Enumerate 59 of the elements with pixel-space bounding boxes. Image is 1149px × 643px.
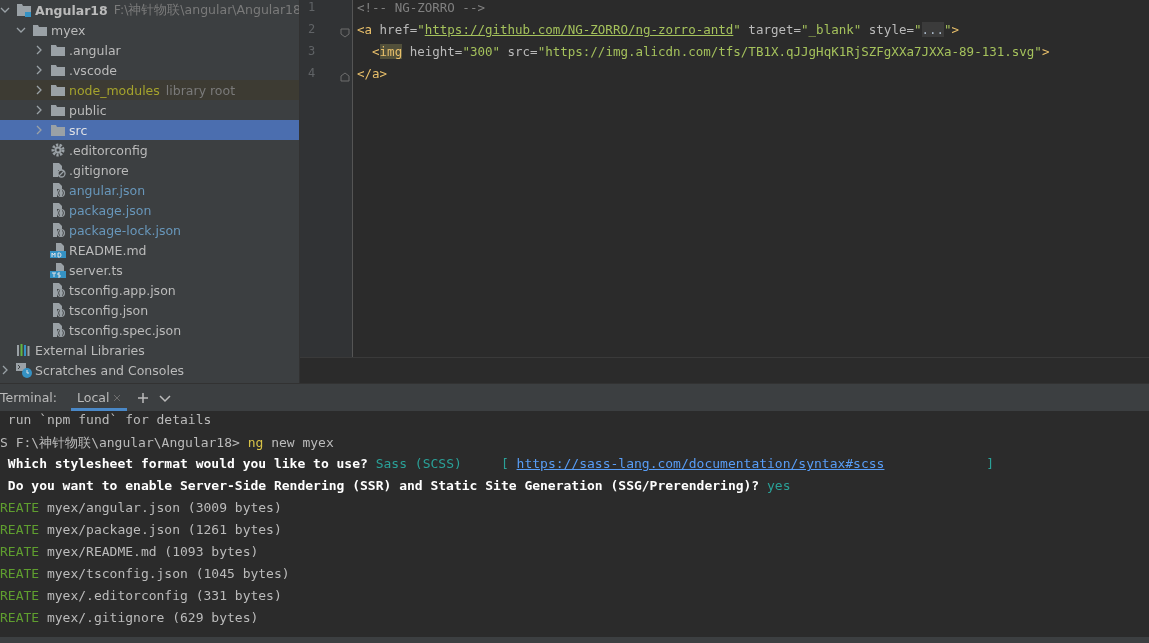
- typescript-file-icon: [50, 262, 66, 278]
- scratches-icon: [16, 362, 32, 378]
- terminal-line: Do you want to enable Server-Side Rendering (SSR) and Static Site Generation (SSG/Prerendering)? yes: [6, 478, 792, 495]
- markdown-file-icon: [50, 242, 66, 258]
- code-line: </a>: [357, 66, 389, 83]
- tree-item[interactable]: External Libraries: [0, 340, 299, 360]
- json-file-icon: [50, 322, 66, 338]
- terminal-line: REATE myex/.gitignore (629 bytes): [0, 610, 260, 627]
- tree-item[interactable]: .editorconfig: [0, 140, 299, 160]
- folder-icon: [50, 82, 66, 98]
- terminal-line: REATE myex/tsconfig.json (1045 bytes): [0, 566, 291, 583]
- tree-item[interactable]: node_modules library root: [0, 80, 299, 100]
- libraries-icon: [16, 342, 32, 358]
- tree-item[interactable]: tsconfig.app.json: [0, 280, 299, 300]
- close-icon[interactable]: [113, 393, 122, 402]
- fold-marker-icon[interactable]: [340, 72, 350, 82]
- chevron-right-icon[interactable]: [0, 365, 10, 375]
- terminal-label: Terminal:: [0, 390, 58, 405]
- tree-item[interactable]: tsconfig.json: [0, 300, 299, 320]
- tree-item[interactable]: myex: [0, 20, 299, 40]
- tree-item[interactable]: .angular: [0, 40, 299, 60]
- tree-item[interactable]: package-lock.json: [0, 220, 299, 240]
- terminal-line: REATE myex/.editorconfig (331 bytes): [0, 588, 283, 605]
- json-file-icon: [50, 302, 66, 318]
- tree-hint: library root: [165, 82, 236, 98]
- folder-icon: [50, 102, 66, 118]
- json-file-icon: [50, 222, 66, 238]
- terminal-line: REATE myex/angular.json (3009 bytes): [0, 500, 283, 517]
- tree-item[interactable]: src: [0, 120, 299, 140]
- fold-marker-icon[interactable]: [340, 28, 350, 38]
- terminal-line: REATE myex/README.md (1093 bytes): [0, 544, 260, 561]
- folder-icon: [50, 42, 66, 58]
- tree-item[interactable]: angular.json: [0, 180, 299, 200]
- folder-icon: [50, 62, 66, 78]
- json-file-icon: [50, 282, 66, 298]
- folder-icon: [32, 22, 48, 38]
- json-file-icon: [50, 182, 66, 198]
- tree-item[interactable]: .vscode: [0, 60, 299, 80]
- tree-item[interactable]: package.json: [0, 200, 299, 220]
- project-folder-icon: [16, 2, 32, 18]
- tree-item[interactable]: server.ts: [0, 260, 299, 280]
- tree-item[interactable]: tsconfig.spec.json: [0, 320, 299, 340]
- terminal-line: S F:\神针物联\angular\Angular18> ng new myex: [0, 434, 335, 452]
- code-line: <img height="300" src="https://img.alicdn.com/tfs/TB1X.qJJgHqK1RjSZFgXXa7JXXa-89-131.svg">: [371, 44, 1051, 61]
- code-line: <!-- NG-ZORRO -->: [357, 0, 486, 17]
- terminal-line: run `npm fund` for details: [6, 412, 213, 429]
- terminal-line: Which stylesheet format would you like to use? Sass (SCSS) [ https://sass-lang.com/documentation/syntax#scss ]: [6, 456, 995, 473]
- gear-icon: [50, 142, 66, 158]
- terminal-tab[interactable]: Local: [71, 384, 128, 411]
- terminal-line: REATE myex/package.json (1261 bytes): [0, 522, 283, 539]
- folder-icon: [50, 122, 66, 138]
- plus-icon[interactable]: [137, 391, 150, 404]
- tree-item[interactable]: public: [0, 100, 299, 120]
- code-line: <a href="https://github.com/NG-ZORRO/ng-zorro-antd" target="_blank" style="...">: [357, 22, 961, 39]
- tree-item[interactable]: .gitignore: [0, 160, 299, 180]
- tree-item[interactable]: Scratches and Consoles: [0, 360, 299, 380]
- ignore-file-icon: [50, 162, 66, 178]
- json-file-icon: [50, 202, 66, 218]
- tree-item[interactable]: README.md: [0, 240, 299, 260]
